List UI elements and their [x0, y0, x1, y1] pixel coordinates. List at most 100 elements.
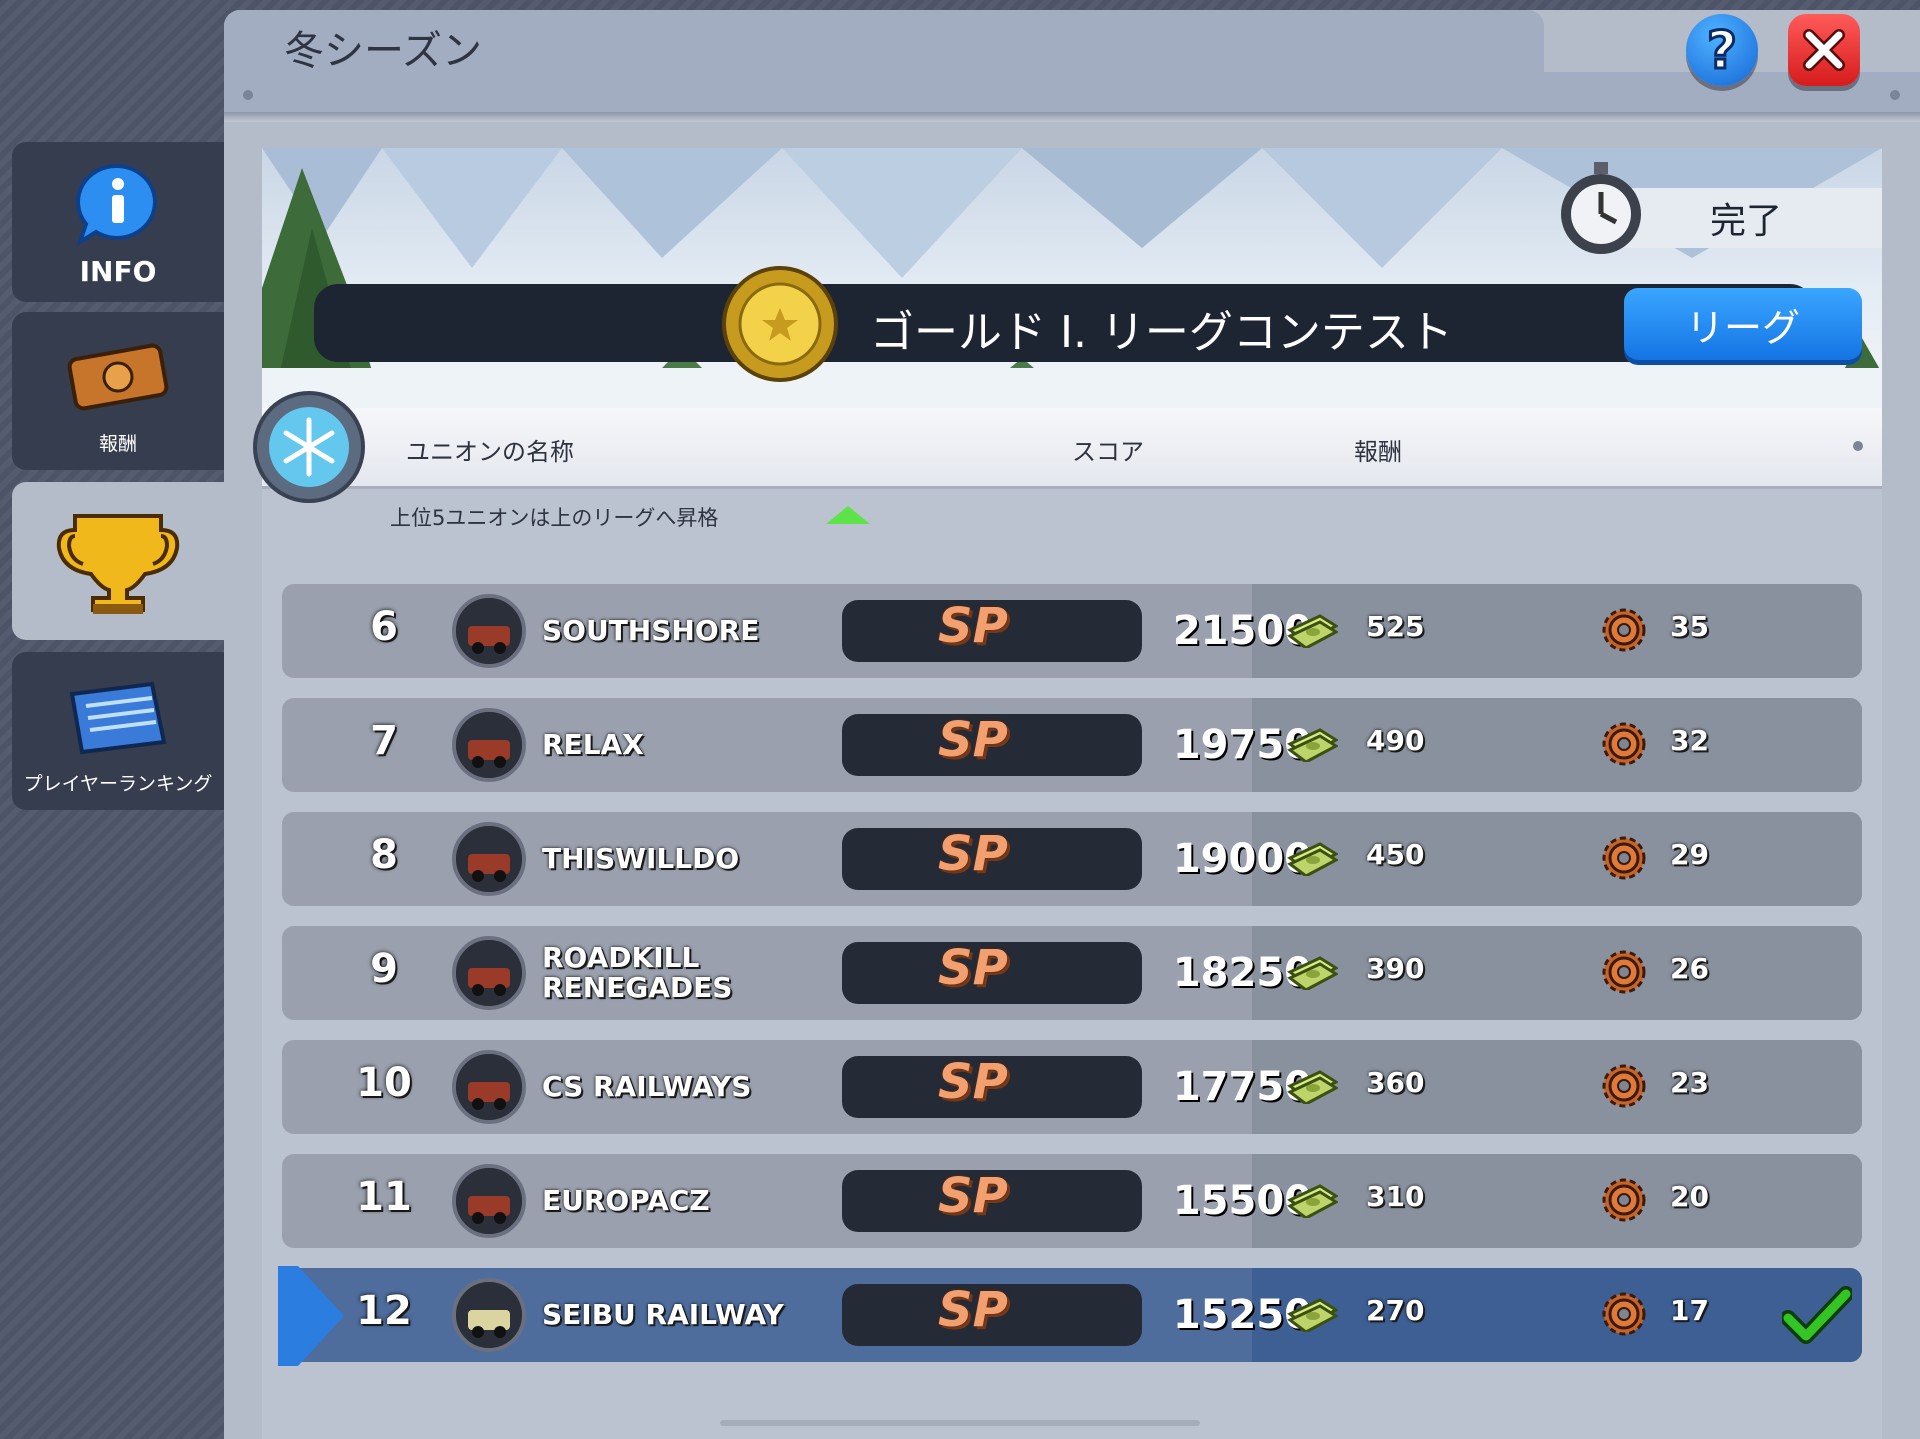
- union-emblem-icon: [452, 1278, 526, 1352]
- cash-icon: [1287, 842, 1338, 876]
- table-row[interactable]: 10 CS RAILWAYS SP 17750 360 23: [282, 1040, 1862, 1134]
- status-badge: 完了: [1610, 188, 1882, 248]
- sidebar-item-label: プレイヤーランキング: [23, 773, 213, 795]
- sidebar-item-player-ranking[interactable]: プレイヤーランキング: [12, 652, 224, 810]
- scrollbar[interactable]: [720, 1420, 1200, 1426]
- sp-icon: SP: [938, 1054, 1008, 1110]
- sidebar-item-league[interactable]: [12, 482, 224, 640]
- sp-icon: SP: [938, 940, 1008, 996]
- ticket-icon: [67, 343, 169, 411]
- sp-icon: SP: [938, 826, 1008, 882]
- cash-reward: 270: [1366, 1294, 1425, 1327]
- header-reward: 報酬: [1354, 438, 1402, 466]
- gear-icon: [1602, 608, 1646, 652]
- check-icon: [1782, 1286, 1852, 1344]
- cash-icon: [1287, 728, 1338, 762]
- rank-number: 12: [356, 1288, 412, 1334]
- close-button[interactable]: [1788, 14, 1860, 86]
- table-row[interactable]: 8 THISWILLDO SP 19000 450 29: [282, 812, 1862, 906]
- league-name: ゴールド I. リーグコンテスト: [870, 307, 1453, 358]
- page-title: 冬シーズン: [284, 28, 482, 74]
- union-emblem-icon: [452, 936, 526, 1010]
- gear-reward: 32: [1670, 724, 1709, 757]
- stopwatch-icon: [1561, 162, 1641, 254]
- gear-reward: 26: [1670, 952, 1709, 985]
- reward-cell: [1252, 698, 1862, 792]
- reward-cell: [1252, 926, 1862, 1020]
- snowflake-icon: [253, 391, 365, 503]
- cash-reward: 525: [1366, 610, 1425, 643]
- union-name[interactable]: ROADKILL RENEGADES: [542, 926, 742, 1020]
- sp-icon: SP: [938, 598, 1008, 654]
- help-button[interactable]: ?: [1686, 14, 1758, 86]
- union-emblem-icon: [452, 708, 526, 782]
- close-icon: [1803, 29, 1845, 71]
- cash-reward: 310: [1366, 1180, 1425, 1213]
- info-icon: [76, 163, 157, 246]
- reward-cell: [1252, 1040, 1862, 1134]
- cash-reward: 490: [1366, 724, 1425, 757]
- union-emblem-icon: [452, 594, 526, 668]
- header-score: スコア: [1072, 438, 1144, 466]
- sidebar-item-rewards[interactable]: 報酬: [12, 312, 224, 470]
- header-union-name: ユニオンの名称: [406, 438, 574, 466]
- gear-icon: [1602, 950, 1646, 994]
- table-row[interactable]: 6 SOUTHSHORE SP 21500 525 35: [282, 584, 1862, 678]
- rank-number: 9: [370, 946, 398, 992]
- union-name[interactable]: EUROPACZ: [542, 1154, 710, 1248]
- union-emblem-icon: [452, 1050, 526, 1124]
- gold-medal-icon: [722, 266, 838, 382]
- union-name[interactable]: CS RAILWAYS: [542, 1040, 751, 1134]
- sidebar-item-label: 報酬: [98, 433, 137, 455]
- reward-cell: [1252, 812, 1862, 906]
- cash-icon: [1287, 614, 1338, 648]
- promotion-arrow-icon: [826, 506, 870, 524]
- sidebar-item-label: INFO: [79, 255, 157, 288]
- rank-number: 7: [370, 718, 398, 764]
- table-row[interactable]: 7 RELAX SP 19750 490 32: [282, 698, 1862, 792]
- sp-icon: SP: [938, 1168, 1008, 1224]
- sp-icon: SP: [938, 1282, 1008, 1338]
- union-name[interactable]: SEIBU RAILWAY: [542, 1268, 784, 1362]
- sp-icon: SP: [938, 712, 1008, 768]
- trophy-icon: [56, 514, 180, 614]
- cash-icon: [1287, 1070, 1338, 1104]
- gear-icon: [1602, 1178, 1646, 1222]
- league-button[interactable]: リーグ: [1624, 288, 1862, 360]
- cash-reward: 390: [1366, 952, 1425, 985]
- rivet: [1853, 441, 1863, 451]
- ranking-board-icon: [69, 681, 167, 755]
- union-name[interactable]: RELAX: [542, 698, 644, 792]
- union-emblem-icon: [452, 1164, 526, 1238]
- gear-reward: 29: [1670, 838, 1709, 871]
- gear-icon: [1602, 836, 1646, 880]
- gear-icon: [1602, 722, 1646, 766]
- current-union-pointer: [278, 1266, 344, 1366]
- svg-text:?: ?: [1707, 22, 1737, 78]
- rank-number: 10: [356, 1060, 412, 1106]
- cash-icon: [1287, 956, 1338, 990]
- question-icon: ?: [1705, 22, 1738, 78]
- promotion-note: 上位5ユニオンは上のリーグへ昇格: [390, 506, 719, 530]
- gear-reward: 20: [1670, 1180, 1709, 1213]
- rank-number: 8: [370, 832, 398, 878]
- table-row[interactable]: 11 EUROPACZ SP 15500 310 20: [282, 1154, 1862, 1248]
- reward-cell: [1252, 584, 1862, 678]
- cash-reward: 360: [1366, 1066, 1425, 1099]
- gear-icon: [1602, 1292, 1646, 1336]
- union-name[interactable]: SOUTHSHORE: [542, 584, 759, 678]
- table-row[interactable]: 9 ROADKILL RENEGADES SP 18250 390 26: [282, 926, 1862, 1020]
- gear-icon: [1602, 1064, 1646, 1108]
- rivet: [1890, 90, 1900, 100]
- sidebar-item-info[interactable]: INFO: [12, 142, 224, 302]
- cash-icon: [1287, 1184, 1338, 1218]
- reward-cell: [1252, 1154, 1862, 1248]
- gear-reward: 17: [1670, 1294, 1709, 1327]
- rank-number: 6: [370, 604, 398, 650]
- gear-reward: 23: [1670, 1066, 1709, 1099]
- rank-number: 11: [356, 1174, 412, 1220]
- union-name[interactable]: THISWILLDO: [542, 812, 739, 906]
- table-row[interactable]: 12 SEIBU RAILWAY SP 15250 270 17: [282, 1268, 1862, 1362]
- cash-icon: [1287, 1298, 1338, 1332]
- gear-reward: 35: [1670, 610, 1709, 643]
